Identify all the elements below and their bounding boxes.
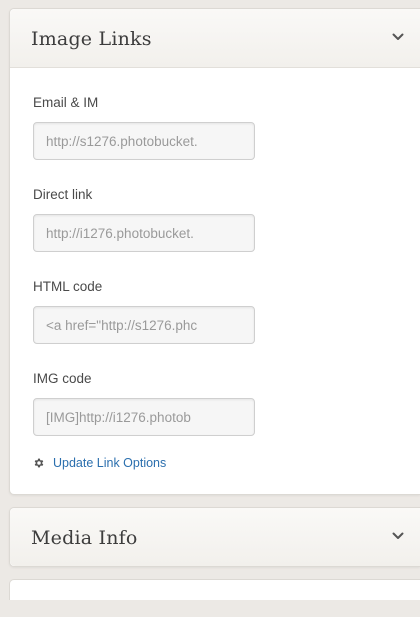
direct-link-input[interactable] [33, 214, 255, 252]
direct-link-label: Direct link [33, 187, 93, 202]
img-code-input[interactable] [33, 398, 255, 436]
image-links-panel: Image Links Email & IM Direct link HTML … [9, 8, 420, 495]
panel-title: Media Info [31, 527, 138, 549]
update-link-options-label: Update Link Options [53, 456, 167, 470]
image-links-panel-header[interactable]: Image Links [10, 9, 420, 68]
email-im-field-group: Email & IM [33, 94, 420, 160]
panel-title: Image Links [31, 28, 152, 50]
update-link-options-link[interactable]: Update Link Options [33, 456, 420, 470]
media-sidebar: Image Links Email & IM Direct link HTML … [9, 8, 420, 600]
gear-icon [34, 458, 44, 468]
html-code-input[interactable] [33, 306, 255, 344]
image-links-panel-body: Email & IM Direct link HTML code IMG cod… [10, 68, 420, 494]
email-im-label: Email & IM [33, 95, 99, 110]
chevron-down-icon[interactable] [392, 531, 404, 541]
img-code-field-group: IMG code [33, 370, 420, 436]
media-info-panel-header[interactable]: Media Info [10, 508, 420, 566]
next-panel-edge [9, 579, 420, 600]
media-info-panel: Media Info [9, 507, 420, 567]
chevron-down-icon[interactable] [392, 32, 404, 42]
img-code-label: IMG code [33, 371, 92, 386]
html-code-label: HTML code [33, 279, 103, 294]
email-im-link-input[interactable] [33, 122, 255, 160]
html-code-field-group: HTML code [33, 278, 420, 344]
direct-link-field-group: Direct link [33, 186, 420, 252]
